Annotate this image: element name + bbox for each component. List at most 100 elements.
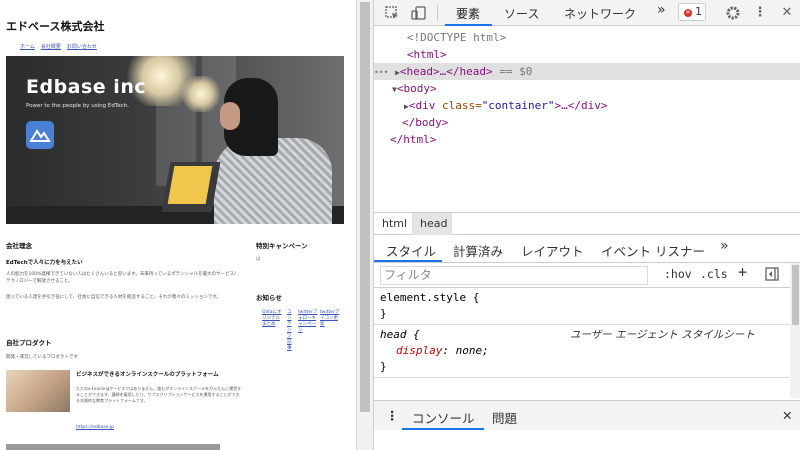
element-style-selector[interactable]: element.style {	[380, 290, 479, 306]
styles-scrollbar[interactable]	[790, 263, 800, 398]
hero-lamp	[181, 76, 221, 112]
next-section-image	[6, 444, 220, 450]
site-nav: ホーム 会社概要 お問い合わせ	[20, 43, 97, 50]
product-title: ビジネスができるオンラインスクールのプラットフォーム	[76, 372, 219, 378]
tab-console-underline	[402, 428, 484, 430]
philosophy-subheading: EdTechで人々に力を与えたい	[6, 260, 83, 266]
css-declaration[interactable]: display: none;	[396, 343, 489, 359]
dom-node-html[interactable]: <html>	[374, 46, 800, 63]
node-actions-ellipsis[interactable]: •••	[374, 68, 388, 77]
product-description: ただのe-Learningサービスではありません。誰もがオンラインスクールをかん…	[76, 386, 242, 403]
rule-separator	[374, 377, 790, 378]
dom-node-head-selected[interactable]: ••• ▶<head>…</head> == $0	[374, 63, 800, 80]
hero-tagline: Power to the people by using EdTech.	[26, 103, 129, 109]
dom-node-html-close[interactable]: </html>	[374, 131, 800, 148]
head-rule-selector[interactable]: head {	[380, 327, 420, 343]
more-options-icon[interactable]: ⋮	[752, 5, 768, 21]
philosophy-text: 人の能力を100%発揮できていない人はたくさんいると思います。未来持っているポテ…	[6, 272, 236, 284]
hero-brand: Edbase inc	[26, 76, 147, 98]
page-scrollbar[interactable]	[356, 0, 373, 450]
hero-laptop-screen	[167, 166, 213, 204]
styles-panel-tabs: スタイル 計算済み レイアウト イベント リスナー »	[374, 235, 800, 263]
body-close-tag: </body>	[402, 116, 449, 129]
page-scrollbar-thumb[interactable]	[360, 2, 370, 412]
devtools-panel: 要素 ソース ネットワーク » ✕ 1 ⋮ ✕ <!DOCTYPE html> …	[373, 0, 800, 450]
doctype-text: <!DOCTYPE html>	[406, 31, 507, 44]
tab-computed[interactable]: 計算済み	[453, 241, 503, 260]
styles-scrollbar-thumb[interactable]	[792, 265, 799, 325]
tab-console[interactable]: コンソール	[412, 408, 475, 427]
close-drawer-icon[interactable]: ✕	[782, 408, 792, 423]
head-rule-close: }	[380, 360, 387, 373]
rendered-page: エドベース株式会社 ホーム 会社概要 お問い合わせ Edbase inc Pow…	[0, 0, 356, 450]
more-panel-tabs-button[interactable]: »	[720, 238, 729, 254]
product-thumbnail	[6, 370, 70, 412]
inspect-element-icon[interactable]	[384, 5, 400, 21]
new-style-rule-button[interactable]: +	[738, 263, 747, 281]
rule-separator	[374, 324, 790, 325]
div-class-value: "container"	[481, 99, 555, 112]
user-agent-stylesheet-label: ユーザー エージェント スタイルシート	[570, 329, 755, 341]
styles-filter-bar: フィルタ :hov .cls +	[374, 263, 790, 288]
close-devtools-icon[interactable]: ✕	[779, 5, 795, 21]
div-class-attr: class=	[435, 99, 482, 112]
css-property-value: none;	[455, 344, 489, 357]
philosophy-heading: 会社理念	[6, 242, 32, 250]
tab-layout[interactable]: レイアウト	[521, 241, 584, 260]
news-link[interactable]: twitterフォローキャンペーン	[298, 310, 318, 334]
error-count: 1	[695, 5, 702, 18]
breadcrumb-html[interactable]: html	[382, 217, 407, 230]
tab-elements[interactable]: 要素	[456, 5, 480, 22]
drawer-menu-icon[interactable]: ⋮	[386, 408, 399, 423]
styles-filter-input[interactable]: フィルタ	[380, 266, 648, 285]
head-console-ref: == $0	[499, 65, 533, 78]
error-icon: ✕	[684, 9, 692, 17]
hero-image: Edbase inc Power to the people by using …	[6, 56, 344, 224]
product-heading: 自社プロダクト	[6, 339, 52, 347]
tab-event-listeners[interactable]: イベント リスナー	[601, 241, 705, 260]
news-link[interactable]: コンテンツ記事	[287, 310, 295, 352]
tab-network[interactable]: ネットワーク	[564, 5, 636, 22]
hover-state-toggle[interactable]: :hov	[664, 267, 692, 281]
settings-gear-icon[interactable]	[725, 5, 741, 21]
toggle-sidebar-icon[interactable]	[764, 267, 780, 283]
nav-about-link[interactable]: 会社概要	[41, 43, 61, 50]
campaign-text: 以	[256, 257, 261, 262]
html-open-tag: <html>	[406, 48, 447, 61]
head-tag: <head>…</head>	[399, 65, 493, 78]
tab-sources[interactable]: ソース	[504, 5, 539, 22]
dom-node-body[interactable]: ▼<body>	[374, 80, 800, 97]
tab-styles-underline	[374, 260, 442, 262]
news-link[interactable]: Qiitaにオリジナルまとめ	[262, 310, 284, 328]
tab-issues[interactable]: 問題	[492, 408, 517, 427]
element-style-close: }	[380, 307, 387, 320]
devtools-drawer: ⋮ コンソール 問題 ✕	[374, 400, 800, 430]
devtools-toolbar: 要素 ソース ネットワーク » ✕ 1 ⋮ ✕	[374, 0, 800, 26]
nav-contact-link[interactable]: お問い合わせ	[67, 43, 97, 50]
news-link[interactable]: twitterアイコン更新	[320, 310, 340, 328]
html-close-tag: </html>	[390, 133, 437, 146]
body-open-tag: <body>	[396, 82, 437, 95]
product-link[interactable]: https://edbase.jp	[76, 425, 114, 431]
more-tabs-button[interactable]: »	[657, 2, 666, 18]
brand-logo-icon	[26, 121, 54, 149]
dom-node-div-container[interactable]: ▶<div class="container">…</div>	[374, 97, 800, 114]
hero-person-face	[220, 102, 240, 130]
css-property-name: display	[396, 344, 443, 357]
news-heading: お知らせ	[256, 294, 282, 302]
dom-node-doctype[interactable]: <!DOCTYPE html>	[374, 29, 800, 46]
class-toggle[interactable]: .cls	[700, 267, 728, 281]
device-toolbar-icon[interactable]	[411, 5, 427, 21]
campaign-heading: 特別キャンペーン	[256, 242, 308, 250]
site-title: エドベース株式会社	[6, 20, 105, 33]
dom-tree: <!DOCTYPE html> <html> ••• ▶<head>…</hea…	[374, 26, 800, 212]
product-text: 開発・運営しているプロダクトです	[6, 355, 78, 360]
tab-styles[interactable]: スタイル	[386, 241, 436, 260]
breadcrumb-head[interactable]: head	[420, 217, 447, 230]
dom-node-body-close[interactable]: </body>	[374, 114, 800, 131]
error-count-badge[interactable]: ✕ 1	[678, 3, 706, 21]
nav-home-link[interactable]: ホーム	[20, 43, 35, 50]
div-tag: <div	[408, 99, 436, 112]
philosophy-text: 困っている人達を手引き役にして、社会に自信できる人材を創造すること。それが我々の…	[6, 295, 221, 300]
div-tag-tail: >…</div>	[554, 99, 608, 112]
